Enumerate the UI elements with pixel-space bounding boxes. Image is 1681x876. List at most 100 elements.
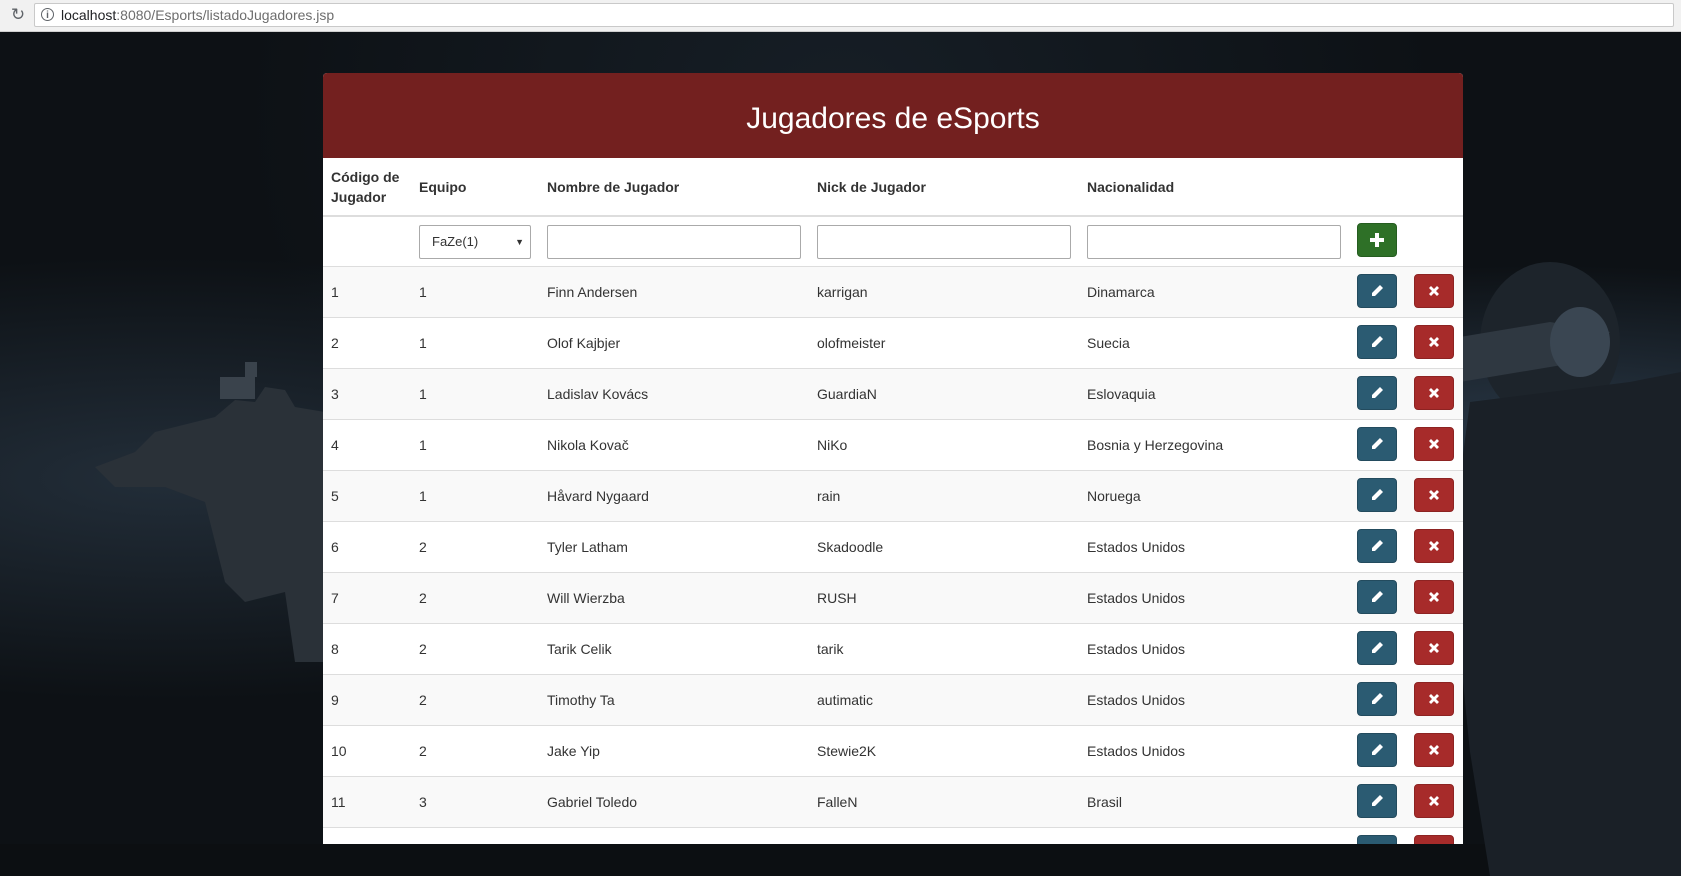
edit-cell	[1349, 776, 1406, 828]
delete-player-button[interactable]	[1414, 324, 1454, 359]
cell-equipo: 1	[411, 368, 539, 420]
cell-nombre: Timothy Ta	[539, 674, 809, 726]
cell-equipo: 2	[411, 725, 539, 777]
delete-player-button[interactable]	[1414, 630, 1454, 665]
cell-codigo: 7	[323, 572, 411, 624]
delete-cell	[1406, 572, 1463, 624]
address-bar[interactable]: i localhost:8080/Esports/listadoJugadore…	[34, 3, 1674, 27]
cell-nacionalidad: Noruega	[1079, 470, 1349, 522]
player-nationality-input[interactable]	[1087, 224, 1341, 259]
player-name-input[interactable]	[547, 224, 801, 259]
cell-codigo: 1	[323, 266, 411, 318]
delete-cell	[1406, 725, 1463, 777]
cell-codigo: 10	[323, 725, 411, 777]
cell-nick: autimatic	[809, 674, 1079, 726]
edit-player-button[interactable]	[1357, 834, 1397, 844]
player-nick-input[interactable]	[817, 224, 1071, 259]
x-icon	[1429, 642, 1439, 653]
delete-cell	[1406, 368, 1463, 420]
delete-player-button[interactable]	[1414, 783, 1454, 818]
edit-player-button[interactable]	[1357, 783, 1397, 818]
x-icon	[1429, 591, 1439, 602]
edit-cell	[1349, 266, 1406, 318]
cell-nacionalidad: Dinamarca	[1079, 266, 1349, 318]
browser-toolbar: ↻ i localhost:8080/Esports/listadoJugado…	[0, 0, 1681, 32]
cell-nombre: Gabriel Toledo	[539, 776, 809, 828]
cell-nombre: Jake Yip	[539, 725, 809, 777]
cell-nick: FalleN	[809, 776, 1079, 828]
table-row	[323, 827, 1463, 844]
x-icon	[1429, 540, 1439, 551]
pencil-icon	[1372, 590, 1383, 602]
team-select[interactable]: FaZe(1) ▼	[419, 224, 531, 259]
edit-cell	[1349, 623, 1406, 675]
delete-cell	[1406, 827, 1463, 844]
cell-equipo: 2	[411, 572, 539, 624]
delete-cell	[1406, 623, 1463, 675]
cell-nick: rain	[809, 470, 1079, 522]
delete-player-button[interactable]	[1414, 681, 1454, 716]
cell-nombre: Håvard Nygaard	[539, 470, 809, 522]
edit-player-button[interactable]	[1357, 324, 1397, 359]
edit-player-button[interactable]	[1357, 375, 1397, 410]
edit-cell	[1349, 521, 1406, 573]
edit-player-button[interactable]	[1357, 426, 1397, 461]
table-row: 5 1 Håvard Nygaard rain Noruega	[323, 470, 1463, 522]
cell-nick: Skadoodle	[809, 521, 1079, 573]
page-title: Jugadores de eSports	[323, 73, 1463, 158]
delete-player-button[interactable]	[1414, 477, 1454, 512]
edit-player-button[interactable]	[1357, 732, 1397, 767]
cell-nick: NiKo	[809, 419, 1079, 471]
delete-player-button[interactable]	[1414, 273, 1454, 308]
cell-equipo: 2	[411, 623, 539, 675]
edit-cell	[1349, 470, 1406, 522]
x-icon	[1429, 336, 1439, 347]
header-equipo: Equipo	[411, 158, 539, 217]
team-select-value: FaZe(1)	[432, 233, 479, 249]
table-row: 2 1 Olof Kajbjer olofmeister Suecia	[323, 317, 1463, 369]
delete-player-button[interactable]	[1414, 375, 1454, 410]
info-icon[interactable]: i	[41, 8, 54, 21]
edit-cell	[1349, 725, 1406, 777]
new-codigo-cell	[323, 215, 411, 267]
cell-equipo: 1	[411, 470, 539, 522]
new-nick-cell	[809, 215, 1079, 267]
cell-codigo: 3	[323, 368, 411, 420]
cell-codigo: 11	[323, 776, 411, 828]
header-empty	[1349, 158, 1463, 217]
cell-nick: olofmeister	[809, 317, 1079, 369]
delete-player-button[interactable]	[1414, 579, 1454, 614]
new-nombre-cell	[539, 215, 809, 267]
add-player-button[interactable]	[1357, 223, 1397, 257]
header-nombre: Nombre de Jugador	[539, 158, 809, 217]
delete-cell	[1406, 521, 1463, 573]
edit-player-button[interactable]	[1357, 579, 1397, 614]
edit-player-button[interactable]	[1357, 630, 1397, 665]
edit-cell	[1349, 572, 1406, 624]
cell-codigo	[323, 827, 411, 844]
url-path: :8080/Esports/listadoJugadores.jsp	[116, 7, 335, 23]
x-icon	[1429, 795, 1439, 806]
reload-icon[interactable]: ↻	[8, 5, 28, 25]
delete-player-button[interactable]	[1414, 528, 1454, 563]
cell-nick: GuardiaN	[809, 368, 1079, 420]
delete-cell	[1406, 317, 1463, 369]
table-row: 3 1 Ladislav Kovács GuardiaN Eslovaquia	[323, 368, 1463, 420]
delete-player-button[interactable]	[1414, 834, 1454, 844]
soldier-right-image	[1430, 262, 1681, 876]
table-row: 1 1 Finn Andersen karrigan Dinamarca	[323, 266, 1463, 318]
cell-nacionalidad: Bosnia y Herzegovina	[1079, 419, 1349, 471]
pencil-icon	[1372, 692, 1383, 704]
edit-player-button[interactable]	[1357, 681, 1397, 716]
x-icon	[1429, 387, 1439, 398]
edit-player-button[interactable]	[1357, 273, 1397, 308]
edit-player-button[interactable]	[1357, 528, 1397, 563]
delete-player-button[interactable]	[1414, 426, 1454, 461]
new-equipo-cell: FaZe(1) ▼	[411, 215, 539, 267]
delete-player-button[interactable]	[1414, 732, 1454, 767]
table-row: 4 1 Nikola Kovač NiKo Bosnia y Herzegovina	[323, 419, 1463, 471]
edit-player-button[interactable]	[1357, 477, 1397, 512]
pencil-icon	[1372, 539, 1383, 551]
table-header-row: Código de Jugador Equipo Nombre de Jugad…	[323, 158, 1463, 217]
edit-cell	[1349, 317, 1406, 369]
